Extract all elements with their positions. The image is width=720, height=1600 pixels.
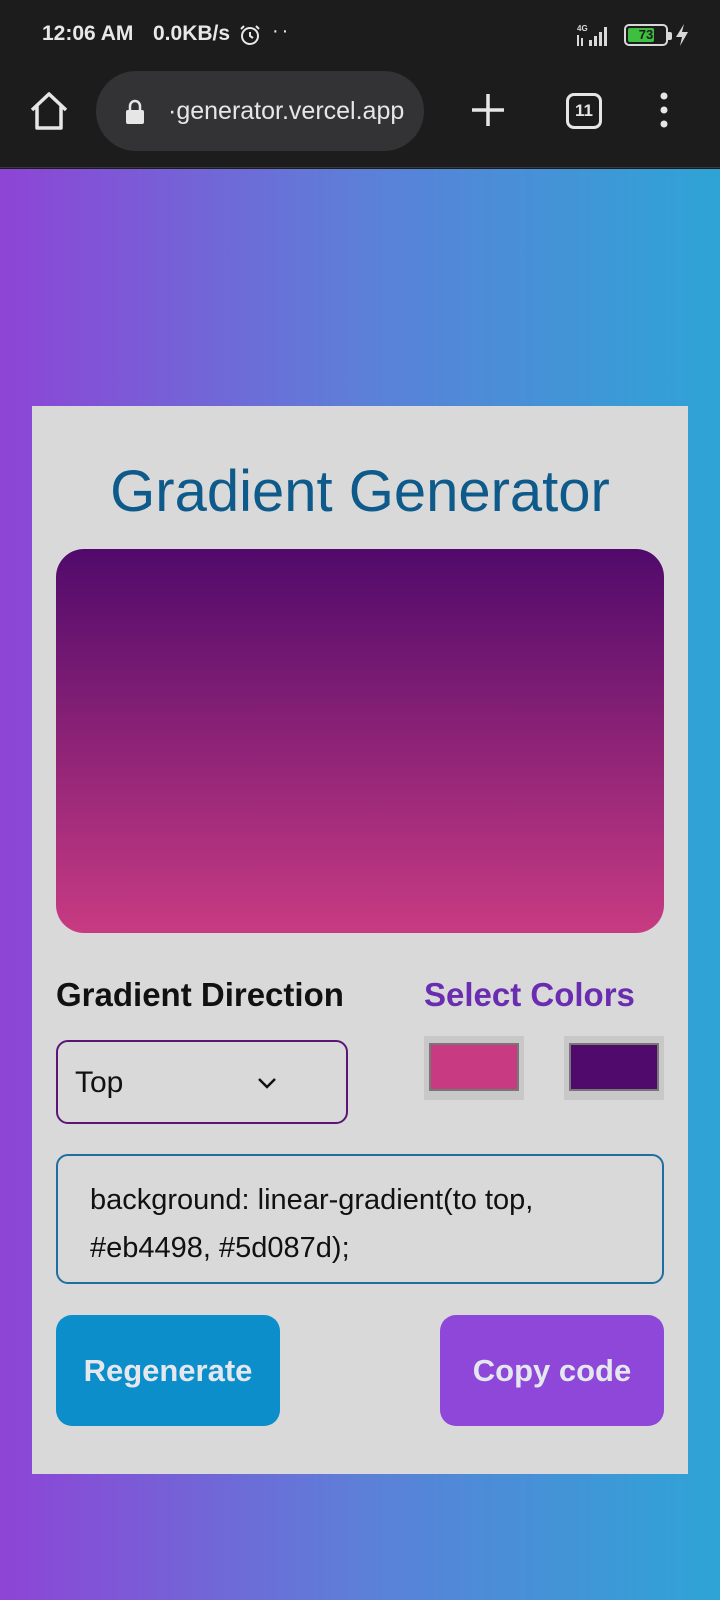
generator-card: Gradient Generator Gradient Direction Se… bbox=[32, 406, 688, 1474]
battery-icon: 73 bbox=[624, 24, 672, 46]
color-swatch-1 bbox=[429, 1043, 519, 1091]
bolt-icon bbox=[676, 24, 688, 46]
address-bar[interactable]: ·generator.vercel.app bbox=[96, 71, 424, 151]
status-time: 12:06 AM bbox=[42, 22, 134, 45]
css-code-output[interactable]: background: linear-gradient(to top, #eb4… bbox=[56, 1154, 664, 1284]
direction-value: Top bbox=[75, 1066, 124, 1099]
tabs-icon[interactable]: 11 bbox=[566, 93, 602, 129]
color-swatch-2 bbox=[569, 1043, 659, 1091]
overflow-menu-icon[interactable] bbox=[654, 90, 674, 130]
gradient-preview bbox=[56, 549, 664, 933]
chevron-down-icon bbox=[258, 1078, 276, 1089]
more-notifications-icon: ·· bbox=[272, 20, 292, 42]
battery-cap bbox=[668, 32, 672, 40]
battery-level: 73 bbox=[638, 27, 654, 42]
direction-label: Gradient Direction bbox=[56, 976, 344, 1013]
plus-icon[interactable] bbox=[468, 90, 508, 130]
home-icon[interactable] bbox=[28, 90, 70, 132]
css-code-text: background: linear-gradient(to top, #eb4… bbox=[90, 1184, 534, 1264]
lock-icon bbox=[126, 99, 144, 124]
status-bar: 12:06 AM 0.0KB/s ·· 4G 73 bbox=[0, 0, 720, 68]
url-text: ·generator.vercel.app bbox=[168, 97, 405, 125]
regenerate-button[interactable]: Regenerate bbox=[56, 1315, 280, 1426]
color-picker-2[interactable] bbox=[564, 1036, 664, 1100]
color-picker-1[interactable] bbox=[424, 1036, 524, 1100]
copy-code-button[interactable]: Copy code bbox=[440, 1315, 664, 1426]
signal-icon: 4G bbox=[577, 24, 607, 46]
network-type-label: 4G bbox=[577, 24, 588, 33]
page-background: Gradient Generator Gradient Direction Se… bbox=[0, 169, 720, 1600]
page-title: Gradient Generator bbox=[110, 459, 610, 524]
network-speed: 0.0KB/s bbox=[153, 22, 231, 45]
browser-toolbar: ·generator.vercel.app 11 bbox=[0, 68, 720, 168]
alarm-icon bbox=[240, 25, 260, 45]
direction-select[interactable]: Top bbox=[56, 1040, 348, 1124]
colors-label: Select Colors bbox=[424, 976, 635, 1013]
